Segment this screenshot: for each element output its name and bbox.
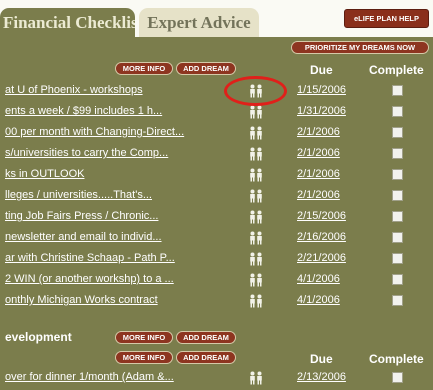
- tab-financial-checklist[interactable]: Financial Checklist: [0, 8, 135, 37]
- add-dream-button-3[interactable]: ADD DREAM: [176, 351, 236, 364]
- due-date-link[interactable]: 1/15/2006: [297, 83, 357, 97]
- table-row: s/universities to carry the Comp... 2/1/2…: [0, 144, 433, 163]
- due-date-link[interactable]: 2/13/2006: [297, 370, 357, 384]
- dream-link[interactable]: newsletter and email to individ...: [5, 230, 225, 244]
- prioritize-dreams-button[interactable]: PRIORITIZE MY DREAMS NOW: [291, 41, 429, 54]
- dream-link[interactable]: 2 WIN (or another workshp) to a ...: [5, 272, 225, 286]
- complete-checkbox[interactable]: [392, 372, 403, 383]
- dream-link[interactable]: ents a week / $99 includes 1 h...: [5, 104, 225, 118]
- due-column-header: Due: [310, 63, 333, 77]
- complete-checkbox[interactable]: [392, 169, 403, 180]
- due-date-link[interactable]: 2/21/2006: [297, 251, 357, 265]
- complete-column-header-2: Complete: [369, 352, 424, 366]
- top-bar: Financial Checklist Expert Advice eLIFE …: [0, 0, 433, 37]
- table-row: newsletter and email to individ... 2/16/2…: [0, 228, 433, 247]
- complete-checkbox[interactable]: [392, 211, 403, 222]
- due-date-link[interactable]: 2/1/2006: [297, 125, 357, 139]
- due-date-link[interactable]: 2/1/2006: [297, 146, 357, 160]
- due-date-link[interactable]: 1/31/2006: [297, 104, 357, 118]
- people-icon[interactable]: [249, 168, 263, 182]
- complete-checkbox[interactable]: [392, 85, 403, 96]
- tab-expert-advice[interactable]: Expert Advice: [139, 8, 259, 37]
- more-info-button-2[interactable]: MORE INFO: [115, 331, 173, 344]
- dream-link[interactable]: lleges / universities.....That's...: [5, 188, 225, 202]
- elife-plan-help-button[interactable]: eLIFE PLAN HELP: [344, 9, 429, 28]
- dream-link[interactable]: ks in OUTLOOK: [5, 167, 225, 181]
- table-row: over for dinner 1/month (Adam &... 2/13/2…: [0, 368, 433, 387]
- section-title: evelopment: [5, 330, 72, 344]
- dream-link[interactable]: s/universities to carry the Comp...: [5, 146, 225, 160]
- people-icon[interactable]: [249, 252, 263, 266]
- table-row: 00 per month with Changing-Direct... 2/1/…: [0, 123, 433, 142]
- people-icon[interactable]: [249, 294, 263, 308]
- people-icon[interactable]: [249, 210, 263, 224]
- add-dream-button-2[interactable]: ADD DREAM: [176, 331, 236, 344]
- dream-link[interactable]: onthly Michigan Works contract: [5, 293, 225, 307]
- table-row: ks in OUTLOOK 2/1/2006: [0, 165, 433, 184]
- people-icon[interactable]: [249, 189, 263, 203]
- people-icon[interactable]: [249, 371, 263, 385]
- due-date-link[interactable]: 4/1/2006: [297, 293, 357, 307]
- table-row: ting Job Fairs Press / Chronic... 2/15/20…: [0, 207, 433, 226]
- complete-checkbox[interactable]: [392, 127, 403, 138]
- highlight-ellipse: [224, 76, 287, 106]
- complete-checkbox[interactable]: [392, 106, 403, 117]
- people-icon[interactable]: [249, 231, 263, 245]
- dream-link[interactable]: over for dinner 1/month (Adam &...: [5, 370, 225, 384]
- table-row: 2 WIN (or another workshp) to a ... 4/1/2…: [0, 270, 433, 289]
- dream-link[interactable]: ting Job Fairs Press / Chronic...: [5, 209, 225, 223]
- table-row: ents a week / $99 includes 1 h... 1/31/20…: [0, 102, 433, 121]
- table-row: lleges / universities.....That's... 2/1/2…: [0, 186, 433, 205]
- table-row: ar with Christine Schaap - Path P... 2/21…: [0, 249, 433, 268]
- due-column-header-2: Due: [310, 352, 333, 366]
- dream-link[interactable]: 00 per month with Changing-Direct...: [5, 125, 225, 139]
- due-date-link[interactable]: 2/15/2006: [297, 209, 357, 223]
- complete-checkbox[interactable]: [392, 295, 403, 306]
- people-icon[interactable]: [249, 105, 263, 119]
- table-row: onthly Michigan Works contract 4/1/2006: [0, 291, 433, 310]
- people-icon[interactable]: [249, 126, 263, 140]
- complete-checkbox[interactable]: [392, 232, 403, 243]
- table-row: at U of Phoenix - workshops 1/15/2006: [0, 81, 433, 100]
- due-date-link[interactable]: 2/16/2006: [297, 230, 357, 244]
- due-date-link[interactable]: 4/1/2006: [297, 272, 357, 286]
- dream-link[interactable]: ar with Christine Schaap - Path P...: [5, 251, 225, 265]
- dream-link[interactable]: at U of Phoenix - workshops: [5, 83, 225, 97]
- more-info-button[interactable]: MORE INFO: [115, 62, 173, 75]
- add-dream-button[interactable]: ADD DREAM: [176, 62, 236, 75]
- due-date-link[interactable]: 2/1/2006: [297, 188, 357, 202]
- people-icon[interactable]: [249, 273, 263, 287]
- complete-column-header: Complete: [369, 63, 424, 77]
- more-info-button-3[interactable]: MORE INFO: [115, 351, 173, 364]
- complete-checkbox[interactable]: [392, 148, 403, 159]
- due-date-link[interactable]: 2/1/2006: [297, 167, 357, 181]
- complete-checkbox[interactable]: [392, 253, 403, 264]
- complete-checkbox[interactable]: [392, 190, 403, 201]
- people-icon[interactable]: [249, 147, 263, 161]
- complete-checkbox[interactable]: [392, 274, 403, 285]
